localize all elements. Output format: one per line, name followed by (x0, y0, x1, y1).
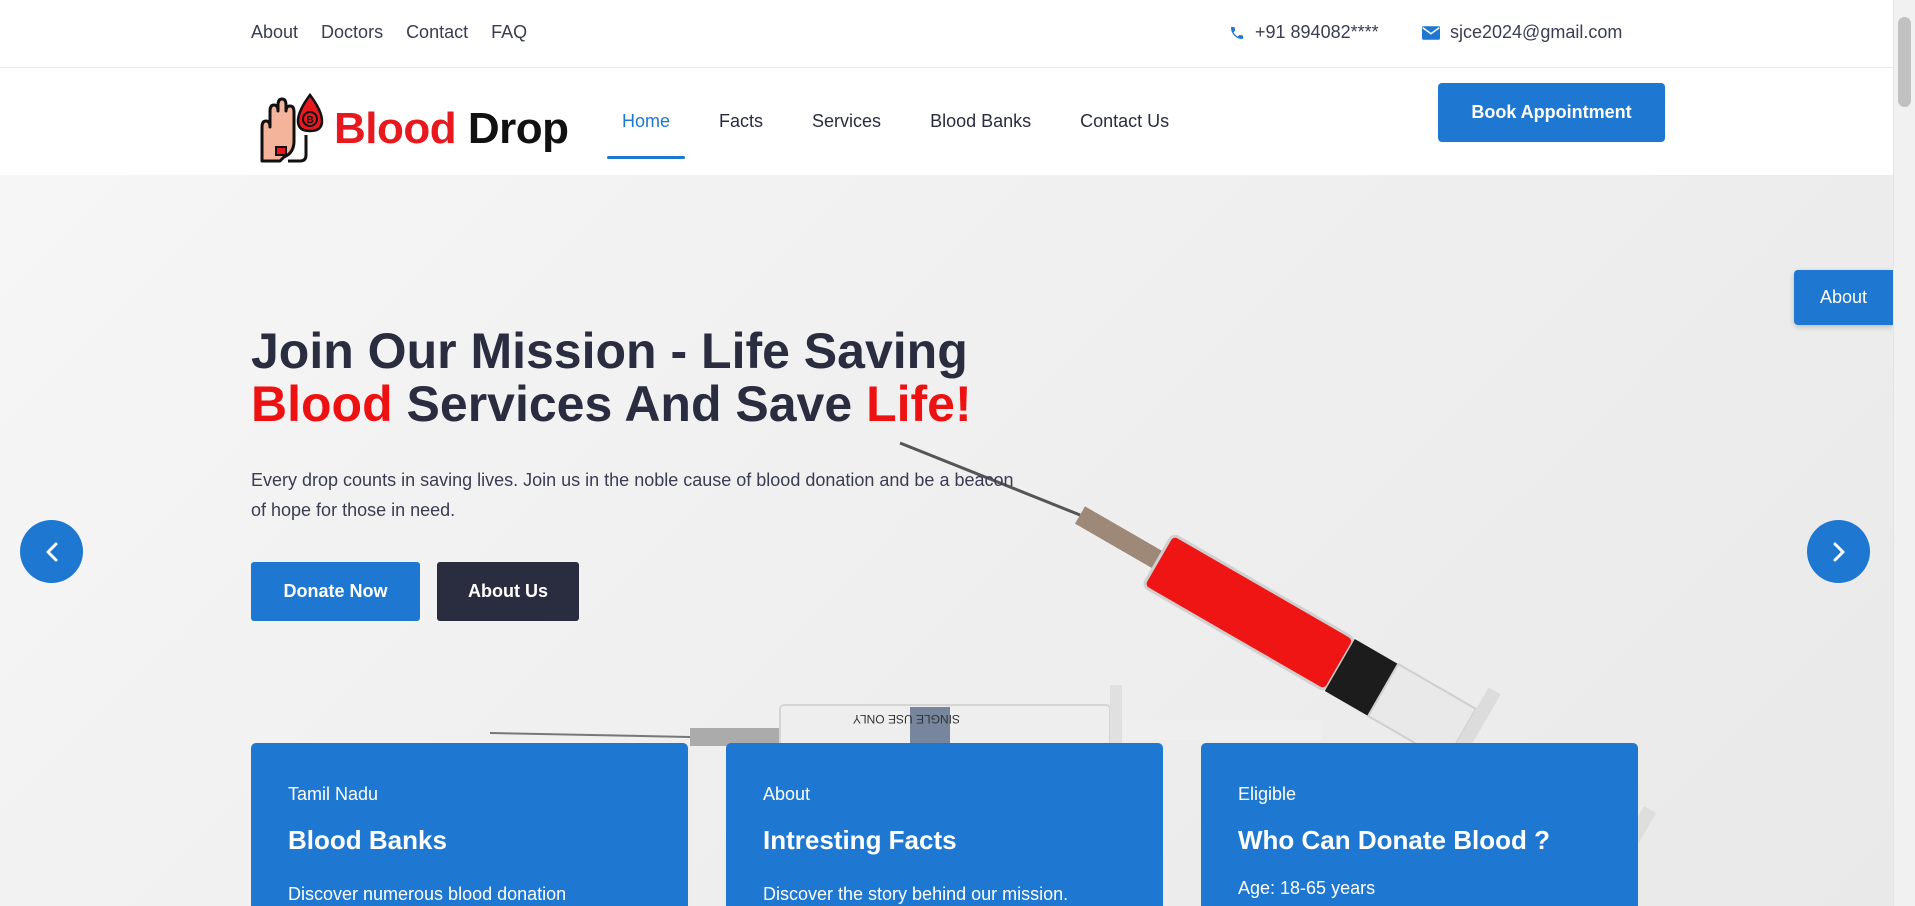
hero-title: Join Our Mission - Life Saving Blood Serv… (251, 325, 1051, 431)
side-about-tab[interactable]: About (1794, 270, 1893, 325)
top-bar: About Doctors Contact FAQ +91 894082****… (0, 0, 1893, 68)
card-title: Blood Banks (288, 825, 447, 855)
carousel-next-button[interactable] (1807, 520, 1870, 583)
logo[interactable]: B Blood Drop (254, 91, 569, 167)
svg-text:SINGLE USE ONLY: SINGLE USE ONLY (853, 712, 960, 726)
card-text: Discover numerous blood donation (288, 884, 567, 904)
blood-drop-logo-icon: B (260, 92, 324, 163)
logo-word-blood: Blood (334, 104, 457, 153)
card-title: Intresting Facts (763, 825, 957, 855)
main-nav: B Blood Drop Home Facts Services Blood B… (0, 68, 1893, 175)
top-link-faq[interactable]: FAQ (491, 22, 527, 43)
svg-text:B: B (307, 115, 314, 126)
hero-carousel: SINGLE USE ONLY Join Our Mission - Life … (0, 175, 1893, 906)
top-link-contact[interactable]: Contact (406, 22, 468, 43)
email-address: sjce2024@gmail.com (1450, 22, 1623, 42)
card-who-can-donate[interactable]: Eligible Who Can Donate Blood ? Age: 18-… (1201, 743, 1638, 906)
hero-title-life: Life! (866, 376, 972, 432)
nav-menu: Home Facts Services Blood Banks Contact … (607, 68, 1203, 175)
nav-item-blood-banks[interactable]: Blood Banks (915, 68, 1046, 175)
scrollbar-thumb[interactable] (1898, 17, 1911, 107)
card-blood-banks[interactable]: Tamil Nadu Blood Banks Discover numerous… (251, 743, 688, 906)
card-subtitle: Eligible (1238, 784, 1297, 804)
logo-word-drop: Drop (467, 104, 569, 153)
logo-text: Blood Drop (334, 104, 569, 154)
email-contact[interactable]: sjce2024@gmail.com (1422, 22, 1622, 43)
phone-contact[interactable]: +91 894082**** (1229, 22, 1379, 43)
page-scrollbar[interactable] (1893, 0, 1915, 906)
about-us-button[interactable]: About Us (437, 562, 579, 621)
hero-title-blood: Blood (251, 376, 393, 432)
top-links: About Doctors Contact FAQ (251, 22, 527, 43)
nav-item-home[interactable]: Home (607, 68, 686, 175)
chevron-left-icon (46, 542, 57, 561)
phone-icon (1231, 26, 1243, 39)
nav-item-contact-us[interactable]: Contact Us (1065, 68, 1184, 175)
chevron-right-icon (1833, 542, 1844, 561)
envelope-icon (1422, 25, 1440, 40)
card-subtitle: About (763, 784, 811, 804)
nav-item-facts[interactable]: Facts (704, 68, 778, 175)
hero-description: Every drop counts in saving lives. Join … (251, 470, 1014, 520)
donate-now-button[interactable]: Donate Now (251, 562, 420, 621)
hero-title-mid: Services And Save (406, 376, 853, 432)
phone-number: +91 894082**** (1255, 22, 1379, 42)
card-interesting-facts[interactable]: About Intresting Facts Discover the stor… (726, 743, 1163, 906)
carousel-prev-button[interactable] (20, 520, 83, 583)
nav-item-services[interactable]: Services (797, 68, 896, 175)
card-text: Age: 18-65 years (1238, 878, 1376, 898)
top-link-about[interactable]: About (251, 22, 298, 43)
book-appointment-button[interactable]: Book Appointment (1438, 83, 1665, 142)
card-text: Discover the story behind our mission. (763, 884, 1069, 904)
card-subtitle: Tamil Nadu (288, 784, 379, 804)
card-title: Who Can Donate Blood ? (1238, 825, 1550, 855)
hero-title-line1: Join Our Mission - Life Saving (251, 323, 968, 379)
top-link-doctors[interactable]: Doctors (321, 22, 383, 43)
